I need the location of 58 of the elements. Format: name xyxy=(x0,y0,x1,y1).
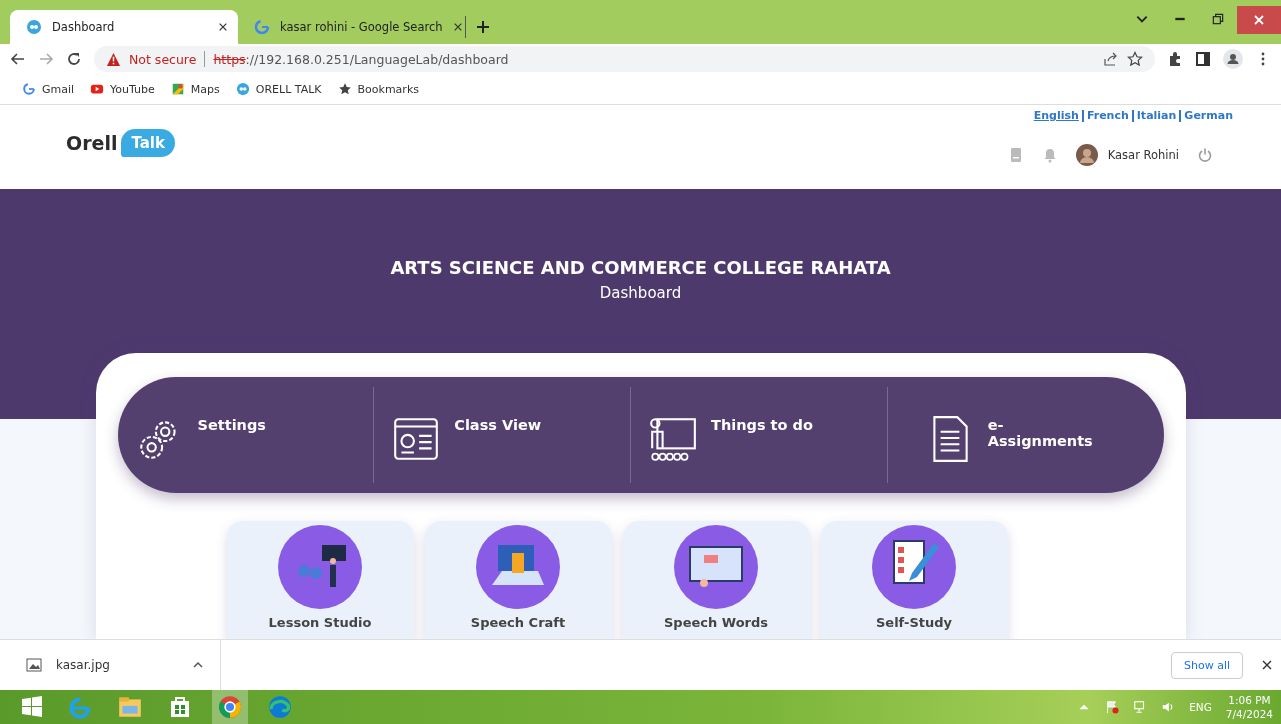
security-label: Not secure xyxy=(129,51,197,67)
close-window-button[interactable] xyxy=(1237,6,1281,34)
browser-tab[interactable]: Dashboard xyxy=(10,10,238,44)
bookmark-link[interactable]: Gmail xyxy=(22,82,75,96)
profile-icon[interactable] xyxy=(1223,49,1243,69)
close-icon[interactable] xyxy=(218,22,228,32)
bookmark-link[interactable]: YouTube xyxy=(90,82,155,96)
power-icon[interactable] xyxy=(1197,147,1213,163)
page-subtitle: Dashboard xyxy=(598,284,683,302)
bookmark-link[interactable]: Bookmarks xyxy=(337,82,419,96)
show-all-button[interactable]: Show all xyxy=(1170,651,1243,679)
speech-bubble-icon xyxy=(26,19,42,35)
shopping-bag-icon xyxy=(168,695,192,719)
language-link[interactable]: French xyxy=(1086,109,1129,122)
quick-link[interactable]: Things to do xyxy=(631,387,888,483)
star-icon[interactable] xyxy=(1127,51,1143,67)
language-link[interactable]: German xyxy=(1184,109,1233,122)
flag-icon[interactable] xyxy=(1105,700,1120,714)
module-card[interactable]: Speech Craft xyxy=(424,521,612,639)
quick-link[interactable]: Class View xyxy=(374,387,631,483)
google-icon xyxy=(22,82,36,96)
restore-icon[interactable] xyxy=(1211,12,1225,26)
orell-talk-logo[interactable]: Orell Talk xyxy=(66,129,175,157)
module-card[interactable]: Self-Study xyxy=(820,521,1008,639)
puzzle-icon[interactable] xyxy=(1167,51,1183,67)
image-file-icon xyxy=(26,657,42,673)
module-card[interactable]: Lesson Studio xyxy=(226,521,414,639)
taskbar-app[interactable] xyxy=(212,690,248,724)
language-link[interactable]: English xyxy=(1033,109,1079,122)
windows-start-icon[interactable] xyxy=(20,695,44,719)
back-arrow-icon[interactable] xyxy=(10,51,26,67)
warning-icon xyxy=(106,51,121,67)
side-panel-icon[interactable] xyxy=(1195,51,1211,67)
google-icon xyxy=(254,19,270,35)
quick-link[interactable]: Settings xyxy=(117,387,375,483)
folder-icon xyxy=(117,694,143,720)
close-icon[interactable] xyxy=(452,22,463,32)
edge-icon xyxy=(267,694,293,720)
college-title: ARTS SCIENCE AND COMMERCE COLLEGE RAHATA xyxy=(389,257,892,278)
close-icon[interactable] xyxy=(1261,659,1273,671)
reload-icon[interactable] xyxy=(66,51,82,67)
chrome-icon xyxy=(217,694,243,720)
speech-bubble-icon xyxy=(235,82,250,96)
share-icon[interactable] xyxy=(1103,51,1119,67)
module-card[interactable]: Speech Words xyxy=(622,521,810,639)
language-link[interactable]: Italian xyxy=(1136,109,1177,122)
url-text: https://192.168.0.251/LanguageLab/dashboard xyxy=(213,51,509,67)
play-icon xyxy=(90,82,105,96)
quick-link[interactable]: e- Assignments xyxy=(887,387,1164,483)
address-bar[interactable]: Not secure https://192.168.0.251/LanguageLab/dashboard xyxy=(94,46,1155,72)
star-icon xyxy=(337,82,352,96)
user-name[interactable]: Kasar Rohini xyxy=(1107,148,1179,162)
bookmark-link[interactable]: Maps xyxy=(170,82,220,96)
avatar-icon xyxy=(1075,144,1098,166)
plus-icon[interactable] xyxy=(476,20,490,34)
browser-tab[interactable]: kasar rohini - Google Search xyxy=(238,16,466,38)
bookmark-link[interactable]: ORELL TALK xyxy=(235,82,322,96)
map-icon xyxy=(170,82,185,96)
